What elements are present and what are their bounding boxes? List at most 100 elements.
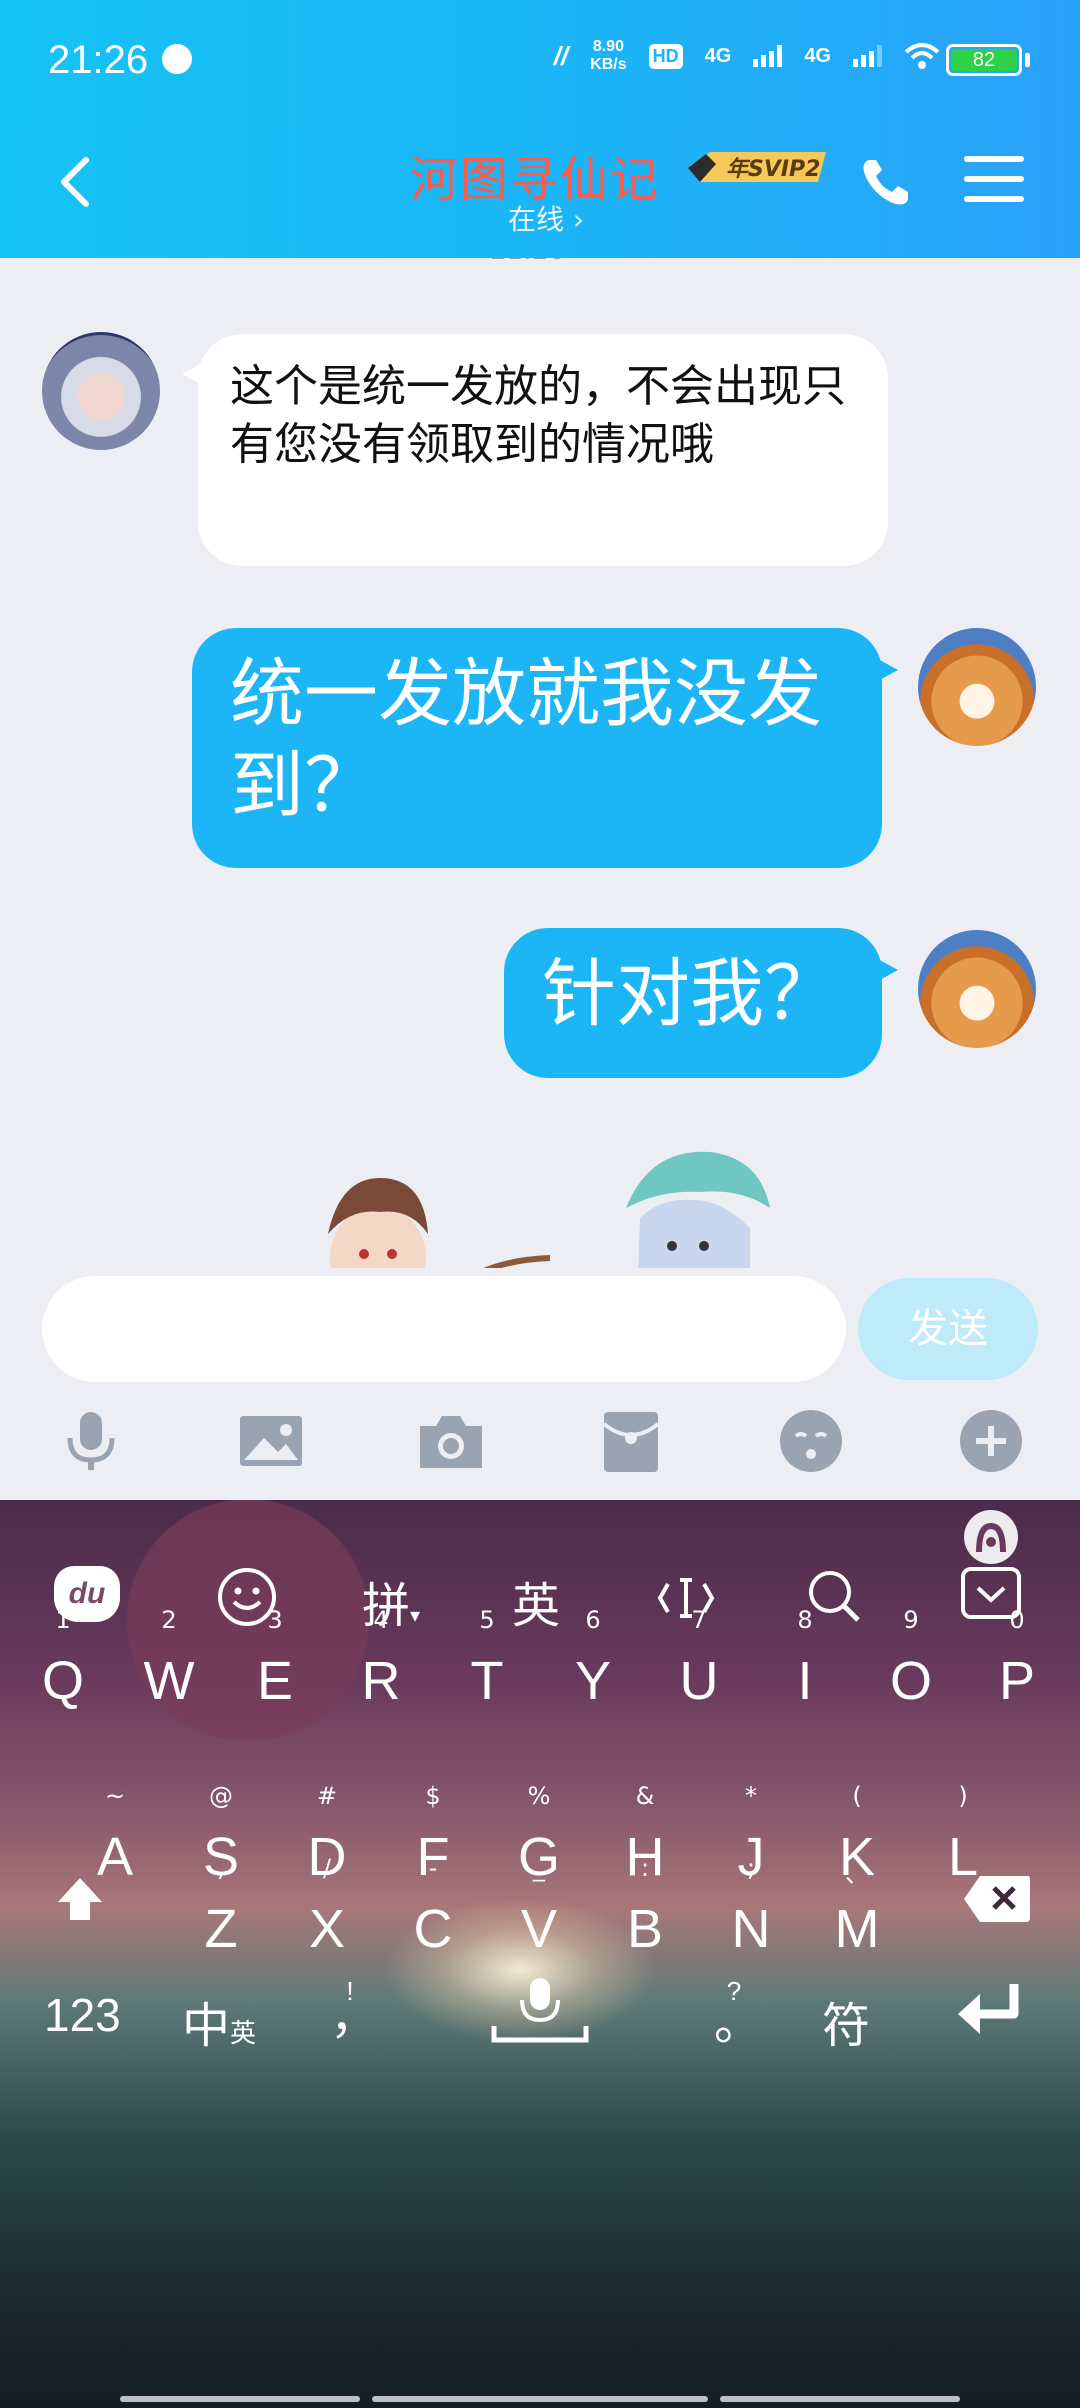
nav-bar: 河图寻仙记 年SVIP2 在线 ›: [0, 122, 1080, 258]
hd-badge: HD: [648, 43, 683, 69]
svip-badge-text: 年SVIP2: [726, 156, 821, 182]
shift-icon[interactable]: [52, 1872, 108, 1928]
composer-toolbar: [0, 1406, 1080, 1482]
composer: 发送: [0, 1268, 1080, 1500]
key-hint-z: ,: [217, 1854, 225, 1882]
message-input[interactable]: [42, 1276, 846, 1382]
comma-label: ，: [330, 1991, 379, 2044]
key-hint-t: 5: [479, 1606, 495, 1634]
menu-icon[interactable]: [964, 156, 1024, 208]
wifi-icon: [904, 43, 940, 69]
key-hint-p: 0: [1009, 1606, 1025, 1634]
phone-icon[interactable]: [858, 154, 914, 210]
contact-avatar[interactable]: [42, 332, 160, 450]
key-t[interactable]: T: [452, 1650, 522, 1712]
image-icon[interactable]: [236, 1406, 306, 1476]
home-indicator: [120, 2396, 960, 2404]
key-m[interactable]: M: [822, 1898, 892, 1960]
camera-icon[interactable]: [416, 1406, 486, 1476]
sim1-label: 4G: [704, 44, 732, 67]
microphone-icon[interactable]: [56, 1406, 126, 1476]
red-packet-icon[interactable]: [596, 1406, 666, 1476]
key-hint-v: _: [533, 1854, 545, 1882]
chat-header: 21:26 // 8.90 KB/s HD 4G 4G 82 河图寻仙记 年SV…: [0, 0, 1080, 258]
key-hint-s: @: [209, 1782, 233, 1810]
key-hint-c: -: [428, 1854, 438, 1882]
chevron-down-icon: ▾: [410, 1605, 421, 1627]
user-avatar[interactable]: [918, 930, 1036, 1048]
key-i[interactable]: I: [770, 1650, 840, 1712]
vpn-globe-icon: [162, 44, 192, 74]
carrier-icon: //: [553, 40, 569, 71]
key-hint-h: &: [635, 1782, 655, 1810]
net-speed-unit: KB/s: [590, 56, 627, 73]
sim2-label: 4G: [804, 44, 831, 67]
key-v[interactable]: V: [504, 1898, 574, 1960]
key-hint-b: :: [640, 1854, 650, 1882]
keyboard-float-icon[interactable]: [962, 1508, 1020, 1566]
key-hint-o: 9: [903, 1606, 919, 1634]
status-time: 21:26: [48, 38, 149, 82]
key-b[interactable]: B: [610, 1898, 680, 1960]
status-indicators: // 8.90 KB/s HD 4G 4G: [554, 38, 940, 74]
message-list[interactable]: 21:26 这个是统一发放的，不会出现只有您没有领取到的情况哦 统一发放就我没发…: [0, 258, 1080, 1268]
message-timestamp: 21:26: [490, 258, 565, 266]
key-hint-g: %: [527, 1782, 551, 1810]
period-label: 。: [714, 1997, 763, 2050]
key-w[interactable]: W: [134, 1650, 204, 1712]
key-hint-r: 4: [373, 1606, 389, 1634]
status-bar: 21:26 // 8.90 KB/s HD 4G 4G 82: [0, 0, 1080, 122]
english-mode-button[interactable]: 英: [512, 1566, 560, 1636]
net-speed-value: 8.90: [592, 38, 624, 55]
peeking-stickers-image: [328, 1151, 770, 1268]
key-e[interactable]: E: [240, 1650, 310, 1712]
net-speed: 8.90 KB/s: [590, 38, 626, 74]
plus-icon[interactable]: [956, 1406, 1026, 1476]
chevron-right-icon: ›: [572, 203, 585, 236]
key-hint-w: 2: [161, 1606, 177, 1634]
space-voice-key[interactable]: [490, 1976, 590, 2046]
key-hint-d: #: [316, 1782, 338, 1810]
symbols-key[interactable]: 符: [822, 1986, 870, 2056]
comma-key[interactable]: !，: [330, 1976, 379, 2047]
period-key[interactable]: ?。: [714, 1976, 763, 2053]
key-hint-j: *: [745, 1782, 757, 1810]
numbers-key[interactable]: 123: [44, 1988, 121, 2042]
enter-icon[interactable]: [954, 1980, 1026, 2044]
key-c[interactable]: C: [398, 1898, 468, 1960]
key-hint-u: 7: [691, 1606, 707, 1634]
key-u[interactable]: U: [664, 1650, 734, 1712]
key-hint-l: ): [958, 1782, 968, 1810]
message-bubble-sent[interactable]: 统一发放就我没发到？: [192, 628, 898, 868]
key-hint-n: ;: [746, 1854, 756, 1882]
key-z[interactable]: Z: [186, 1898, 256, 1960]
key-y[interactable]: Y: [558, 1650, 628, 1712]
send-button[interactable]: 发送: [858, 1278, 1038, 1380]
key-p[interactable]: P: [982, 1650, 1052, 1712]
chinese-english-toggle[interactable]: 中英: [182, 1986, 256, 2056]
key-hint-m: 、: [845, 1860, 869, 1888]
key-x[interactable]: X: [292, 1898, 362, 1960]
message-bubble-received[interactable]: 这个是统一发放的，不会出现只有您没有领取到的情况哦: [182, 334, 888, 566]
backspace-icon[interactable]: [962, 1874, 1032, 1924]
key-hint-x: /: [322, 1854, 332, 1882]
key-hint-e: 3: [267, 1606, 283, 1634]
signal-2-icon: [853, 45, 882, 67]
message-bubble-sent[interactable]: 针对我？: [504, 928, 898, 1078]
back-icon[interactable]: [48, 152, 108, 212]
zh-label: 中: [182, 2000, 231, 2053]
key-o[interactable]: O: [876, 1650, 946, 1712]
online-status-text: 在线: [508, 203, 565, 236]
key-r[interactable]: R: [346, 1650, 416, 1712]
key-hint-k: (: [852, 1782, 862, 1810]
svip-badge[interactable]: 年SVIP2: [686, 146, 832, 188]
user-avatar[interactable]: [918, 628, 1036, 746]
key-q[interactable]: Q: [28, 1650, 98, 1712]
key-hint-y: 6: [585, 1606, 601, 1634]
emoji-icon[interactable]: [776, 1406, 846, 1476]
key-hint-i: 8: [797, 1606, 813, 1634]
key-hint-f: $: [425, 1782, 441, 1810]
online-status[interactable]: 在线 ›: [508, 198, 584, 238]
key-n[interactable]: N: [716, 1898, 786, 1960]
key-hint-q: 1: [55, 1606, 71, 1634]
